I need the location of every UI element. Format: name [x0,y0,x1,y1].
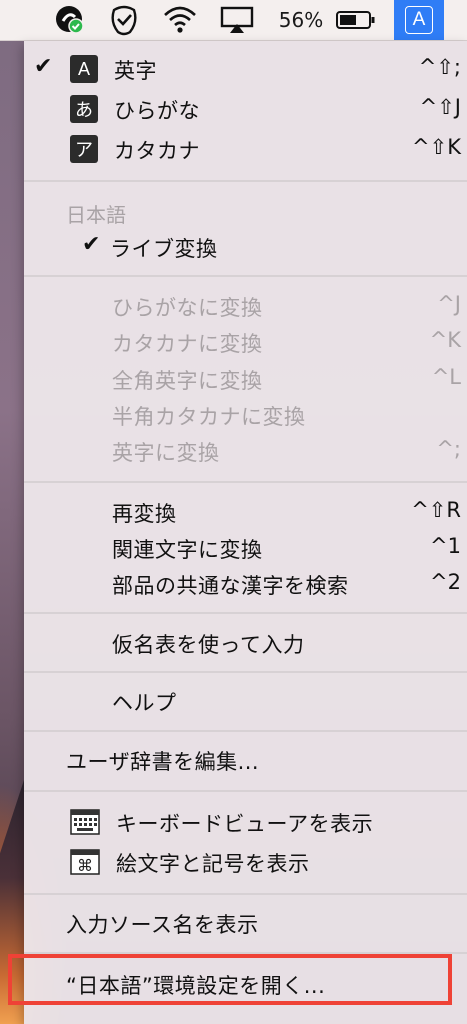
eiji-mode-icon: A [70,55,98,83]
input-source-icon: A [405,6,433,34]
menu-item-search-kanji[interactable]: 部品の共通な漢字を検索 ^2 [24,566,467,602]
menu-item-shortcut: ^J [437,292,461,316]
battery-percent[interactable]: 56% [272,0,330,40]
menu-item-label: キーボードビューアを表示 [116,812,374,836]
menu-item-shortcut: ^⇧R [411,498,461,522]
app-icon-green-check[interactable] [50,0,90,40]
checkmark-icon: ✔ [82,232,101,257]
menu-item-shortcut: ^⇧J [419,95,461,119]
menu-item-eiji[interactable]: ✔ A 英字 ^⇧; [24,51,467,87]
menu-item-label: ユーザ辞書を編集... [66,750,260,774]
menu-item-shortcut: ^; [436,437,461,461]
menu-item-label: ひらがなに変換 [112,296,263,320]
menu-bar: 56% A [0,0,467,41]
menu-separator [24,730,467,732]
menu-item-shortcut: ^⇧; [418,55,461,79]
menu-item-related-chars[interactable]: 関連文字に変換 ^1 [24,530,467,566]
menu-separator [24,275,467,277]
menu-separator [24,612,467,614]
menu-item-show-source-name[interactable]: 入力ソース名を表示 [24,905,467,941]
menu-item-user-dictionary[interactable]: ユーザ辞書を編集... [24,742,467,778]
menu-separator [24,790,467,792]
hiragana-mode-icon: あ [70,95,98,123]
menu-separator [24,180,467,182]
wifi-icon[interactable] [158,0,202,40]
menu-item-label: 絵文字と記号を表示 [116,852,310,876]
menu-item-label: 部品の共通な漢字を検索 [112,574,349,598]
menu-item-label: ライブ変換 [110,237,218,261]
menu-item-emoji-symbols[interactable]: ⌘ 絵文字と記号を表示 [24,844,467,880]
menu-item-label: 英字に変換 [112,441,220,465]
menu-item-reconvert[interactable]: 再変換 ^⇧R [24,494,467,530]
menu-item-convert-fullwidth: 全角英字に変換 ^L [24,361,467,397]
emoji-symbols-icon: ⌘ [70,849,100,875]
menu-item-label: カタカナ [114,139,200,163]
battery-icon[interactable] [332,0,380,40]
checkmark-icon: ✔ [34,54,53,79]
menu-separator [24,893,467,895]
menu-item-kana-input[interactable]: 仮名表を使って入力 [24,625,467,661]
input-method-menu: ✔ A 英字 ^⇧; あ ひらがな ^⇧J ア カタカナ ^⇧K 日本語 ✔ ラ… [24,41,467,1024]
keyboard-viewer-icon [70,809,100,835]
menu-item-label: 英字 [114,59,157,83]
katakana-mode-icon: ア [70,135,98,163]
menu-item-label: 入力ソース名を表示 [66,913,259,937]
menu-item-shortcut: ^L [431,365,461,389]
clipboard-check-icon[interactable] [104,0,144,40]
menu-item-convert-eiji: 英字に変換 ^; [24,433,467,469]
menu-item-katakana[interactable]: ア カタカナ ^⇧K [24,131,467,167]
menu-item-help[interactable]: ヘルプ [24,683,467,719]
menu-item-shortcut: ^1 [430,534,461,558]
menu-item-shortcut: ^2 [430,570,461,594]
menu-item-live-conversion[interactable]: ✔ ライブ変換 [24,229,467,265]
svg-text:⌘: ⌘ [77,856,93,875]
menu-item-label: 半角カタカナに変換 [112,405,306,429]
menu-item-label: 再変換 [112,502,177,526]
menu-item-label: ひらがな [114,99,200,123]
menu-item-label: 全角英字に変換 [112,369,263,393]
input-source-indicator[interactable]: A [394,0,444,40]
highlight-annotation-box [8,954,452,1005]
menu-separator [24,481,467,483]
menu-separator [24,671,467,673]
airplay-icon[interactable] [215,0,259,40]
menu-item-convert-hiragana: ひらがなに変換 ^J [24,288,467,324]
menu-item-convert-katakana: カタカナに変換 ^K [24,324,467,360]
section-heading-japanese: 日本語 [66,203,126,227]
menu-item-hiragana[interactable]: あ ひらがな ^⇧J [24,91,467,127]
menu-item-label: 仮名表を使って入力 [112,633,305,657]
menu-item-convert-halfwidth-katakana: 半角カタカナに変換 [24,397,467,433]
menu-item-keyboard-viewer[interactable]: キーボードビューアを表示 [24,804,467,840]
menu-item-label: 関連文字に変換 [112,538,263,562]
menu-item-shortcut: ^⇧K [412,135,461,159]
menu-item-label: ヘルプ [112,691,177,715]
menu-item-label: カタカナに変換 [112,332,263,356]
menu-item-shortcut: ^K [429,328,461,352]
